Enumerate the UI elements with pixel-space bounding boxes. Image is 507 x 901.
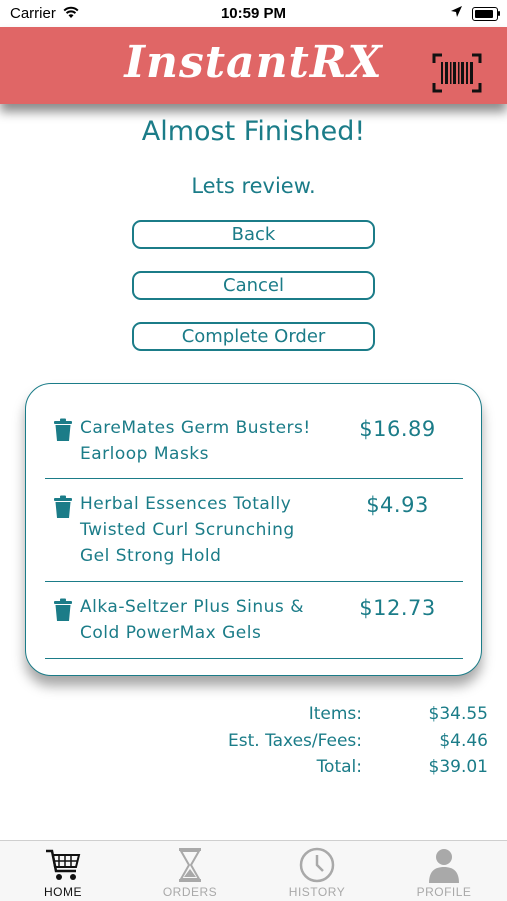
tab-home[interactable]: HOME	[0, 841, 126, 901]
clock-time: 10:59 PM	[220, 5, 287, 22]
tab-profile[interactable]: PROFILE	[381, 841, 507, 901]
grand-total-row: Total: $39.01	[0, 757, 507, 781]
item-name: CareMates Germ Busters! Earloop Masks	[80, 418, 311, 464]
tab-orders-label: ORDERS	[162, 885, 218, 899]
page-title: Almost Finished!	[141, 116, 366, 147]
page-subtitle: Lets review.	[191, 174, 316, 198]
trash-icon[interactable]	[53, 418, 73, 442]
item-price: $4.93	[366, 493, 429, 517]
tab-orders[interactable]: ORDERS	[127, 841, 253, 901]
tab-bar: HOME ORDERS HISTORY PROFILE	[0, 840, 507, 901]
taxes-label: Est. Taxes/Fees:	[228, 731, 362, 751]
item-price: $16.89	[359, 417, 436, 441]
battery-tip	[498, 11, 500, 16]
cancel-button[interactable]: Cancel	[132, 271, 375, 300]
barcode-scan-icon[interactable]	[432, 53, 482, 93]
taxes-value: $4.46	[439, 731, 488, 751]
list-item: Herbal Essences Totally Twisted Curl Scr…	[45, 478, 463, 582]
cart-icon	[46, 849, 81, 880]
clock-icon	[299, 847, 335, 883]
list-item: Alka-Seltzer Plus Sinus & Cold PowerMax …	[45, 581, 463, 659]
cart-list: CareMates Germ Busters! Earloop Masks $1…	[25, 383, 482, 676]
item-name: Herbal Essences Totally Twisted Curl Scr…	[80, 494, 295, 566]
total-value: $39.01	[428, 757, 488, 777]
person-icon	[429, 849, 459, 883]
tab-history-label: HISTORY	[288, 885, 346, 899]
battery-icon	[472, 7, 498, 21]
items-label: Items:	[308, 704, 362, 724]
taxes-row: Est. Taxes/Fees: $4.46	[0, 731, 507, 755]
brand-logo: InstantRX	[124, 37, 383, 88]
total-label: Total:	[316, 757, 362, 777]
hourglass-icon	[179, 848, 201, 882]
items-value: $34.55	[428, 704, 488, 724]
item-name: Alka-Seltzer Plus Sinus & Cold PowerMax …	[80, 597, 304, 643]
tab-profile-label: PROFILE	[416, 885, 472, 899]
app-header: InstantRX	[0, 27, 507, 104]
location-arrow-icon	[451, 6, 462, 17]
status-bar: Carrier 10:59 PM	[0, 0, 507, 28]
back-button[interactable]: Back	[132, 220, 375, 249]
trash-icon[interactable]	[53, 598, 73, 622]
trash-icon[interactable]	[53, 495, 73, 519]
list-item: CareMates Germ Busters! Earloop Masks $1…	[45, 384, 463, 479]
complete-order-button[interactable]: Complete Order	[132, 322, 375, 351]
item-price: $12.73	[359, 596, 436, 620]
tab-history[interactable]: HISTORY	[254, 841, 380, 901]
items-total-row: Items: $34.55	[0, 704, 507, 728]
tab-home-label: HOME	[44, 885, 82, 899]
